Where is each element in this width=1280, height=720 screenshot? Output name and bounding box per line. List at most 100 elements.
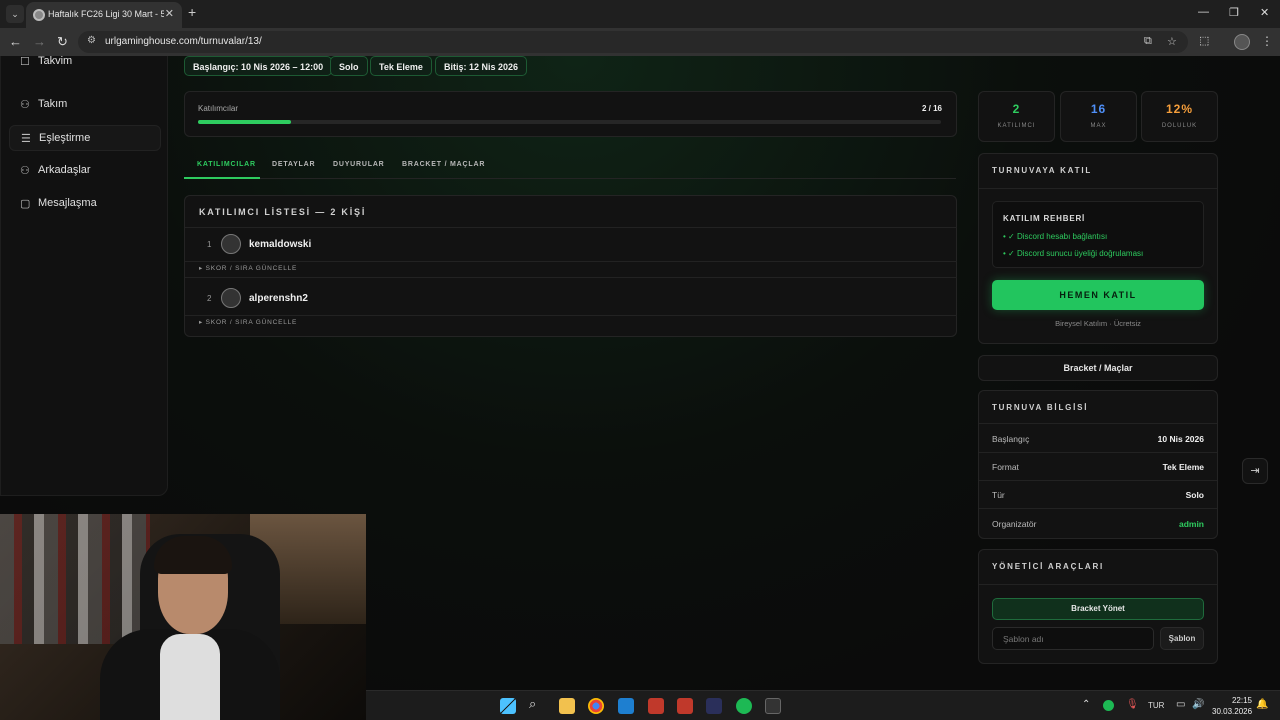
status-dot-icon[interactable] <box>1103 700 1114 711</box>
menu-kebab-icon[interactable]: ⋮ <box>1261 34 1273 48</box>
divider <box>185 277 957 278</box>
stat-participants: 2 KATILIMCI <box>978 91 1055 142</box>
back-icon[interactable]: ← <box>9 34 22 49</box>
stat-fill-rate: 12% DOLULUK <box>1141 91 1218 142</box>
organizer-link[interactable]: admin <box>1179 519 1204 529</box>
webcam-person-shirt <box>160 634 220 720</box>
update-score-toggle[interactable]: ▸ SKOR / SIRA GÜNCELLE <box>199 318 297 326</box>
url-text[interactable]: urlgaminghouse.com/turnuvalar/13/ <box>105 36 262 47</box>
taskbar: ⌕ ⌃ 🎙 TUR ▭ 🔊 22:15 30.03.2026 🔔 <box>366 690 1280 720</box>
stat-max: 16 MAX <box>1060 91 1137 142</box>
join-panel-title: TURNUVAYA KATIL <box>992 166 1093 175</box>
app-icon[interactable] <box>677 698 693 714</box>
progress-label: Katılımcılar <box>198 104 239 113</box>
sidebar-item-eslestirme[interactable]: ☰ Eşleştirme <box>9 125 161 151</box>
profile-avatar[interactable] <box>1234 34 1250 50</box>
site-info-icon[interactable]: ⚙ <box>87 35 96 46</box>
type-chip: Solo <box>330 56 368 76</box>
browser-tab[interactable]: Haftalık FC26 Ligi 30 Mart - 5 N ✕ <box>26 2 182 28</box>
update-score-toggle[interactable]: ▸ SKOR / SIRA GÜNCELLE <box>199 264 297 272</box>
sidebar-item-label: Eşleştirme <box>39 132 91 144</box>
network-icon[interactable]: ▭ <box>1176 699 1185 710</box>
info-row-type: Tür Solo <box>992 490 1204 504</box>
template-button[interactable]: Şablon <box>1160 627 1204 650</box>
info-value: Solo <box>1185 490 1204 500</box>
terminal-icon[interactable] <box>765 698 781 714</box>
participant-index: 1 <box>207 240 212 249</box>
sidebar-item-takim[interactable]: ⚇ Takım <box>9 92 161 118</box>
participants-progress-card: Katılımcılar 2 / 16 <box>184 91 957 137</box>
chrome-icon[interactable] <box>588 698 604 714</box>
stat-label: DOLULUK <box>1161 123 1198 129</box>
photos-icon[interactable] <box>618 698 634 714</box>
tab-duyurular[interactable]: DUYURULAR <box>333 161 385 168</box>
start-icon[interactable] <box>500 698 516 714</box>
manage-bracket-button[interactable]: Bracket Yönet <box>992 598 1204 620</box>
bracket-matches-button[interactable]: Bracket / Maçlar <box>978 355 1218 381</box>
join-now-button[interactable]: HEMEN KATIL <box>992 280 1204 310</box>
progress-bar <box>198 120 941 124</box>
reload-icon[interactable]: ↻ <box>57 34 68 50</box>
bookmark-star-icon[interactable]: ☆ <box>1167 35 1177 48</box>
forward-icon[interactable]: → <box>33 34 46 49</box>
divider <box>185 315 957 316</box>
maximize-icon[interactable]: ❐ <box>1229 6 1239 19</box>
avatar[interactable] <box>221 288 241 308</box>
calendar-icon: ☐ <box>20 56 30 68</box>
divider <box>185 227 957 228</box>
search-icon[interactable]: ⌕ <box>529 696 545 712</box>
tab-search-icon[interactable]: ⌄ <box>6 5 24 23</box>
new-tab-icon[interactable]: + <box>188 4 196 20</box>
tab-close-icon[interactable]: ✕ <box>165 7 174 20</box>
microphone-icon[interactable]: 🎙 <box>1126 699 1139 710</box>
guide-item: • ✓ Discord hesabı bağlantısı <box>1003 232 1108 241</box>
notification-icon[interactable]: 🔔 <box>1256 699 1268 710</box>
bracket-matches-label: Bracket / Maçlar <box>1063 363 1133 373</box>
sidebar-item-mesajlasma[interactable]: ▢ Mesajlaşma <box>9 191 161 217</box>
tournament-info-panel: TURNUVA BİLGİSİ Başlangıç 10 Nis 2026 Fo… <box>978 390 1218 539</box>
template-name-input[interactable] <box>992 627 1154 650</box>
tab-detaylar[interactable]: DETAYLAR <box>272 161 315 168</box>
sidebar-item-takvim[interactable]: ☐ Takvim <box>9 56 161 75</box>
avatar[interactable] <box>221 234 241 254</box>
participant-name[interactable]: kemaldowski <box>249 239 311 250</box>
minimize-icon[interactable]: — <box>1198 6 1209 18</box>
info-key: Organizatör <box>992 519 1037 529</box>
sidebar-item-label: Takvim <box>38 56 73 67</box>
file-explorer-icon[interactable] <box>559 698 575 714</box>
spotify-icon[interactable] <box>736 698 752 714</box>
stat-value: 2 <box>1012 102 1021 116</box>
volume-icon[interactable]: 🔊 <box>1192 699 1204 710</box>
friends-icon: ⚇ <box>20 165 30 177</box>
logout-icon[interactable]: ⇥ <box>1242 458 1268 484</box>
webcam-overlay <box>0 514 366 720</box>
app-icon[interactable] <box>706 698 722 714</box>
progress-count: 2 / 16 <box>921 104 942 113</box>
stat-label: MAX <box>1090 123 1107 129</box>
sidebar: ☐ Takvim ⚇ Takım ☰ Eşleştirme ⚇ Arkadaşl… <box>0 56 168 496</box>
end-date-chip: Bitiş: 12 Nis 2026 <box>435 56 528 76</box>
info-row-organizer: Organizatör admin <box>992 519 1204 533</box>
info-panel-title: TURNUVA BİLGİSİ <box>992 403 1089 412</box>
divider <box>979 508 1217 509</box>
info-value: Tek Eleme <box>1162 462 1204 472</box>
app-icon[interactable] <box>648 698 664 714</box>
active-tab-indicator <box>184 177 260 179</box>
admin-tools-panel: YÖNETİCİ ARAÇLARI Bracket Yönet Şablon <box>978 549 1218 664</box>
info-row-start: Başlangıç 10 Nis 2026 <box>992 434 1204 448</box>
participant-name[interactable]: alperenshn2 <box>249 293 308 304</box>
tray-chevron-icon[interactable]: ⌃ <box>1082 699 1090 710</box>
tab-katilimcilar[interactable]: KATILIMCILAR <box>197 161 256 168</box>
window-close-icon[interactable]: ✕ <box>1260 6 1269 19</box>
install-icon[interactable]: ⧉ <box>1144 35 1152 48</box>
language-indicator[interactable]: TUR <box>1148 701 1164 710</box>
address-bar[interactable]: ⚙ urlgaminghouse.com/turnuvalar/13/ ⧉ ☆ <box>78 31 1188 53</box>
join-note: Bireysel Katılım · Ücretsiz <box>1055 319 1141 328</box>
guide-item: • ✓ Discord sunucu üyeliği doğrulaması <box>1003 249 1144 258</box>
sidebar-item-arkadaslar[interactable]: ⚇ Arkadaşlar <box>9 158 161 184</box>
sidebar-item-label: Takım <box>38 98 68 110</box>
extensions-icon[interactable]: ⬚ <box>1199 34 1209 47</box>
clock[interactable]: 22:15 30.03.2026 <box>1212 695 1252 717</box>
tab-bracket[interactable]: BRACKET / MAÇLAR <box>402 161 485 168</box>
browser-tabbar: ⌄ Haftalık FC26 Ligi 30 Mart - 5 N ✕ + —… <box>0 0 1280 28</box>
